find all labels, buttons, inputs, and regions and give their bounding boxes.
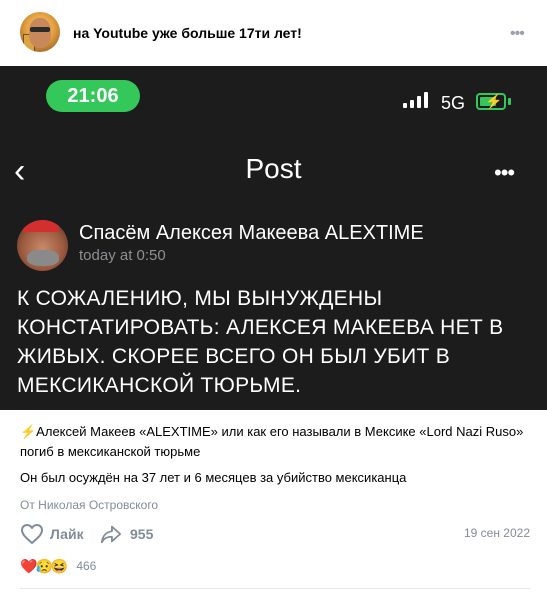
post-actions: Лайк 955 19 сен 2022 [20, 522, 530, 546]
reactions-summary[interactable]: ❤️ 😥 😆 466 [20, 556, 96, 576]
more-horizontal-icon: ••• [494, 160, 515, 185]
battery-charging-icon: ⚡ [476, 93, 506, 110]
author-avatar [17, 220, 68, 271]
post-date[interactable]: 19 сен 2022 [464, 526, 530, 540]
post-time: today at 0:50 [79, 247, 166, 264]
status-time: 21:06 [46, 80, 140, 112]
share-count: 955 [130, 526, 154, 542]
signal-bars-icon [403, 92, 431, 108]
battery-tip [508, 98, 511, 105]
share-button[interactable]: 955 [100, 522, 153, 546]
like-label: Лайк [50, 526, 84, 542]
post-header: на Youtube уже больше 17ти лет! ••• [0, 0, 547, 66]
community-name[interactable]: на Youtube уже больше 17ти лет! [73, 25, 302, 41]
screenshot-image[interactable]: 21:06 5G ⚡ ‹ Post ••• Спасём Алексея Мак… [0, 66, 547, 410]
author-name: Спасём Алексея Макеева ALEXTIME [79, 222, 424, 244]
avatar-glasses [30, 27, 50, 32]
more-horizontal-icon[interactable]: ••• [510, 25, 525, 43]
avatar-face [29, 18, 51, 48]
divider [20, 588, 530, 589]
laugh-reaction-icon: 😆 [50, 558, 69, 574]
share-icon [100, 525, 122, 544]
post-source[interactable]: От Николая Островского [20, 498, 158, 512]
post-body-text: К СОЖАЛЕНИЮ, МЫ ВЫНУЖДЕНЫ КОНСТАТИРОВАТЬ… [17, 287, 504, 397]
network-type: 5G [441, 93, 466, 113]
community-avatar[interactable] [20, 12, 60, 52]
heart-icon [21, 524, 43, 544]
like-button[interactable]: Лайк [20, 522, 84, 546]
reactions-count: 466 [76, 559, 97, 573]
caption-text-2: Он был осуждён на 37 лет и 6 месяцев за … [20, 470, 407, 485]
screen-title: Post [245, 153, 302, 184]
caption-text: ⚡Алексей Макеев «ALEXTIME» или как его н… [20, 424, 524, 459]
